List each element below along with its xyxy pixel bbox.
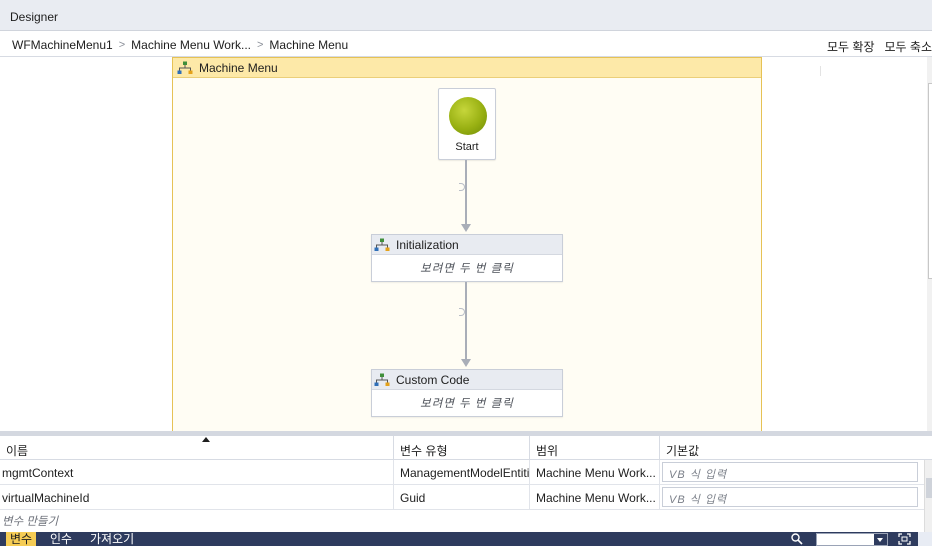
breadcrumb-actions: 모두 확장 모두 축소: [827, 38, 932, 55]
tab-arguments[interactable]: 인수: [46, 532, 76, 546]
collapse-all-button[interactable]: 모두 축소: [885, 38, 932, 55]
activity-initialization[interactable]: Initialization 보려면 두 번 클릭: [371, 234, 563, 282]
start-node-circle: [449, 97, 487, 135]
canvas-vertical-scrollbar[interactable]: [927, 57, 932, 431]
column-header-label: 이름: [6, 444, 29, 458]
variable-scope[interactable]: Machine Menu Work...: [530, 460, 660, 484]
connector-arrow-icon: [461, 224, 471, 232]
variables-header-row: 이름 변수 유형 범위 기본값: [0, 436, 932, 460]
flowchart-container[interactable]: Machine Menu Start Initialization 보려면 두 …: [172, 57, 762, 431]
window-title: Designer: [10, 10, 59, 24]
breadcrumb-item-machine-menu-work[interactable]: Machine Menu Work...: [131, 38, 251, 52]
breadcrumb-separator-icon: >: [256, 39, 264, 51]
activity-hint: 보려면 두 번 클릭: [420, 263, 514, 275]
activity-title: Custom Code: [396, 372, 470, 387]
variable-default-cell: VB 식 입력: [660, 485, 924, 509]
activity-title: Initialization: [396, 237, 459, 252]
variables-scroll-thumb[interactable]: [926, 478, 932, 498]
tab-imports[interactable]: 가져오기: [86, 532, 138, 546]
canvas-scroll-thumb[interactable]: [928, 83, 932, 279]
breadcrumb: WFMachineMenu1 > Machine Menu Work... > …: [0, 31, 932, 57]
zoom-level-select[interactable]: [816, 533, 888, 546]
start-node-label: Start: [455, 141, 479, 153]
column-header-label: 변수 유형: [400, 444, 448, 458]
activity-header: Initialization: [372, 235, 562, 255]
fit-to-screen-icon[interactable]: [898, 533, 911, 545]
column-header-label: 기본값: [666, 444, 700, 458]
variable-scope[interactable]: Machine Menu Work...: [530, 485, 660, 509]
variable-default-cell: VB 식 입력: [660, 460, 924, 484]
column-header-label: 범위: [536, 444, 559, 458]
column-header-default[interactable]: 기본값: [660, 436, 924, 460]
activity-custom-code[interactable]: Custom Code 보려면 두 번 클릭: [371, 369, 563, 417]
flowchart-header[interactable]: Machine Menu: [173, 58, 761, 78]
activity-hint: 보려면 두 번 클릭: [420, 398, 514, 410]
overview-icon[interactable]: [918, 532, 932, 546]
connector-initialization-to-custom-code[interactable]: [465, 282, 467, 359]
column-header-name[interactable]: 이름: [0, 436, 394, 460]
variables-scrollbar[interactable]: [924, 460, 932, 532]
flowchart-icon: [177, 61, 193, 74]
designer-bottom-bar: 변수 인수 가져오기: [0, 532, 932, 546]
create-variable-link[interactable]: 변수 만들기: [2, 513, 58, 529]
breadcrumb-item-workflow[interactable]: WFMachineMenu1: [12, 38, 113, 52]
flowchart-icon: [374, 238, 390, 251]
flowchart-icon: [374, 373, 390, 386]
default-value-input[interactable]: VB 식 입력: [662, 462, 918, 482]
chevron-down-icon[interactable]: [874, 534, 887, 545]
connector-arrow-icon: [461, 359, 471, 367]
variable-row[interactable]: virtualMachineId Guid Machine Menu Work.…: [0, 485, 932, 510]
connector-start-to-initialization[interactable]: [465, 160, 467, 224]
variable-row[interactable]: mgmtContext ManagementModelEntiti Machin…: [0, 460, 932, 485]
start-node[interactable]: Start: [438, 88, 496, 160]
designer-canvas[interactable]: Machine Menu Start Initialization 보려면 두 …: [0, 57, 932, 431]
magnifier-icon[interactable]: [790, 532, 804, 546]
variable-name[interactable]: virtualMachineId: [0, 485, 394, 509]
column-header-type[interactable]: 변수 유형: [394, 436, 530, 460]
breadcrumb-items: WFMachineMenu1 > Machine Menu Work... > …: [12, 38, 348, 52]
tab-variables[interactable]: 변수: [6, 532, 37, 546]
variable-type[interactable]: Guid: [394, 485, 530, 509]
column-header-scope[interactable]: 범위: [530, 436, 660, 460]
breadcrumb-separator-icon: >: [118, 39, 126, 51]
designer-titlebar: Designer: [0, 0, 932, 31]
variable-name[interactable]: mgmtContext: [0, 460, 394, 484]
flowchart-title: Machine Menu: [199, 60, 278, 75]
canvas-guide-mark: [820, 66, 821, 76]
variable-type[interactable]: ManagementModelEntiti: [394, 460, 530, 484]
sort-ascending-icon: [202, 437, 210, 442]
variables-panel: 이름 변수 유형 범위 기본값 mgmtContext ManagementMo…: [0, 436, 932, 532]
expand-all-button[interactable]: 모두 확장: [827, 38, 875, 55]
breadcrumb-item-machine-menu[interactable]: Machine Menu: [269, 38, 348, 52]
default-value-input[interactable]: VB 식 입력: [662, 487, 918, 507]
activity-header: Custom Code: [372, 370, 562, 390]
